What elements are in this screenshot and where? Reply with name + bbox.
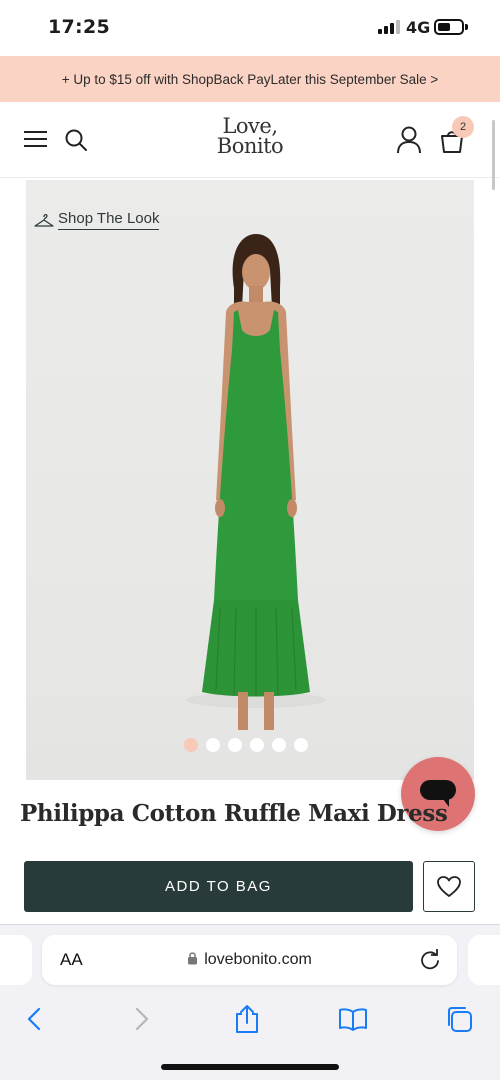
chevron-left-icon — [27, 1007, 41, 1031]
next-tab-preview[interactable] — [468, 935, 500, 985]
add-to-bag-button[interactable]: ADD TO BAG — [24, 861, 413, 912]
chevron-right-icon — [135, 1007, 149, 1031]
model-photo — [186, 234, 326, 730]
browser-chrome: AA lovebonito.com — [0, 924, 500, 1080]
search-icon[interactable] — [64, 128, 88, 152]
product-image[interactable]: Shop The Look — [26, 180, 474, 780]
shop-the-look-link[interactable]: Shop The Look — [34, 210, 160, 230]
back-button[interactable] — [14, 999, 54, 1039]
lock-icon — [188, 952, 198, 965]
logo-line-2: Bonito — [216, 134, 284, 158]
logo-line-1: Love, — [222, 114, 278, 138]
status-bar: 17:25 4G — [0, 0, 500, 56]
brand-logo[interactable]: Love, Bonito — [200, 114, 300, 158]
battery-level — [438, 23, 450, 31]
browser-toolbar — [0, 999, 500, 1039]
address-bar[interactable]: AA lovebonito.com — [42, 935, 457, 985]
signal-icon — [378, 20, 400, 34]
product-title: Philippa Cotton Ruffle Maxi Dress — [20, 800, 448, 827]
share-icon — [236, 1005, 258, 1033]
heart-icon — [437, 875, 461, 897]
pagination-dot[interactable] — [184, 738, 198, 752]
url-text[interactable]: lovebonito.com — [204, 951, 312, 968]
url-display[interactable]: lovebonito.com — [42, 951, 457, 969]
pagination-dot[interactable] — [206, 738, 220, 752]
forward-button[interactable] — [122, 999, 162, 1039]
book-icon — [339, 1008, 367, 1031]
battery-icon — [434, 19, 464, 35]
wishlist-button[interactable] — [423, 861, 475, 912]
reload-icon[interactable] — [419, 949, 441, 971]
promo-banner[interactable]: + Up to $15 off with ShopBack PayLater t… — [0, 56, 500, 102]
tabs-button[interactable] — [439, 999, 479, 1039]
scroll-indicator — [492, 120, 495, 190]
menu-icon[interactable] — [24, 129, 47, 149]
shop-the-look-label[interactable]: Shop The Look — [58, 210, 160, 230]
share-button[interactable] — [227, 999, 267, 1039]
home-indicator — [161, 1064, 339, 1070]
hanger-icon — [34, 213, 54, 227]
tabs-icon — [448, 1007, 472, 1032]
site-header: Love, Bonito — [0, 102, 500, 178]
pagination-dot[interactable] — [228, 738, 242, 752]
account-icon[interactable] — [396, 126, 422, 154]
bookmarks-button[interactable] — [333, 999, 373, 1039]
pagination-dot[interactable] — [272, 738, 286, 752]
status-time: 17:25 — [48, 16, 110, 38]
promo-text[interactable]: + Up to $15 off with ShopBack PayLater t… — [62, 72, 438, 87]
battery-cap — [465, 24, 468, 30]
pagination-dot[interactable] — [250, 738, 264, 752]
previous-tab-preview[interactable] — [0, 935, 32, 985]
bag-count-badge[interactable]: 2 — [452, 116, 474, 138]
image-pagination — [184, 738, 308, 752]
network-label: 4G — [406, 18, 431, 37]
pagination-dot[interactable] — [294, 738, 308, 752]
